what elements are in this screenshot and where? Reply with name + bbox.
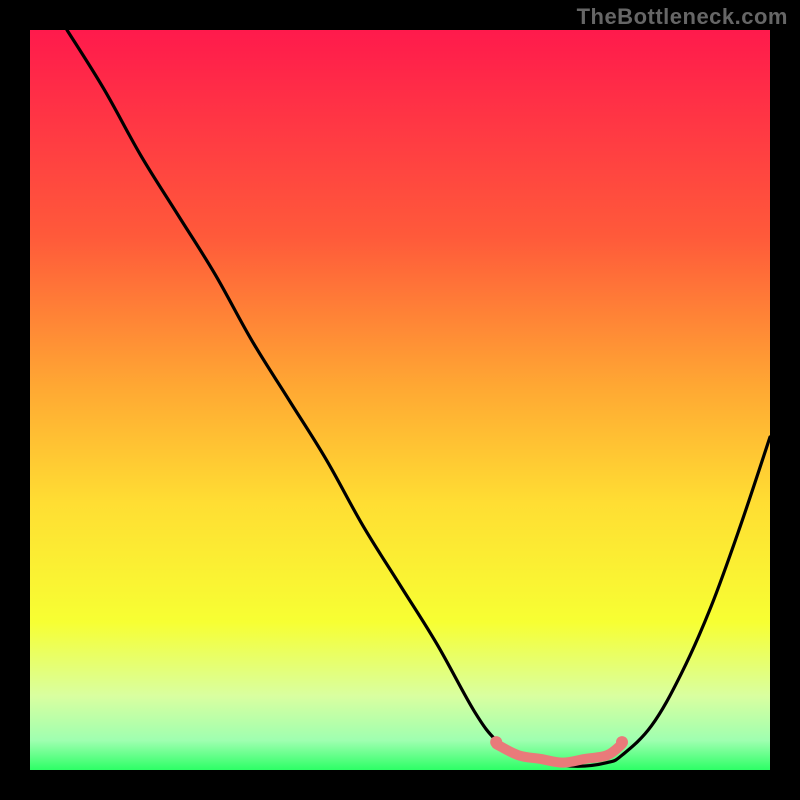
gradient-background	[30, 30, 770, 770]
watermark-text: TheBottleneck.com	[577, 4, 788, 30]
chart-svg	[30, 30, 770, 770]
plot-area	[30, 30, 770, 770]
plateau-start-dot	[490, 736, 502, 748]
chart-container: TheBottleneck.com	[0, 0, 800, 800]
plateau-end-dot	[616, 736, 628, 748]
